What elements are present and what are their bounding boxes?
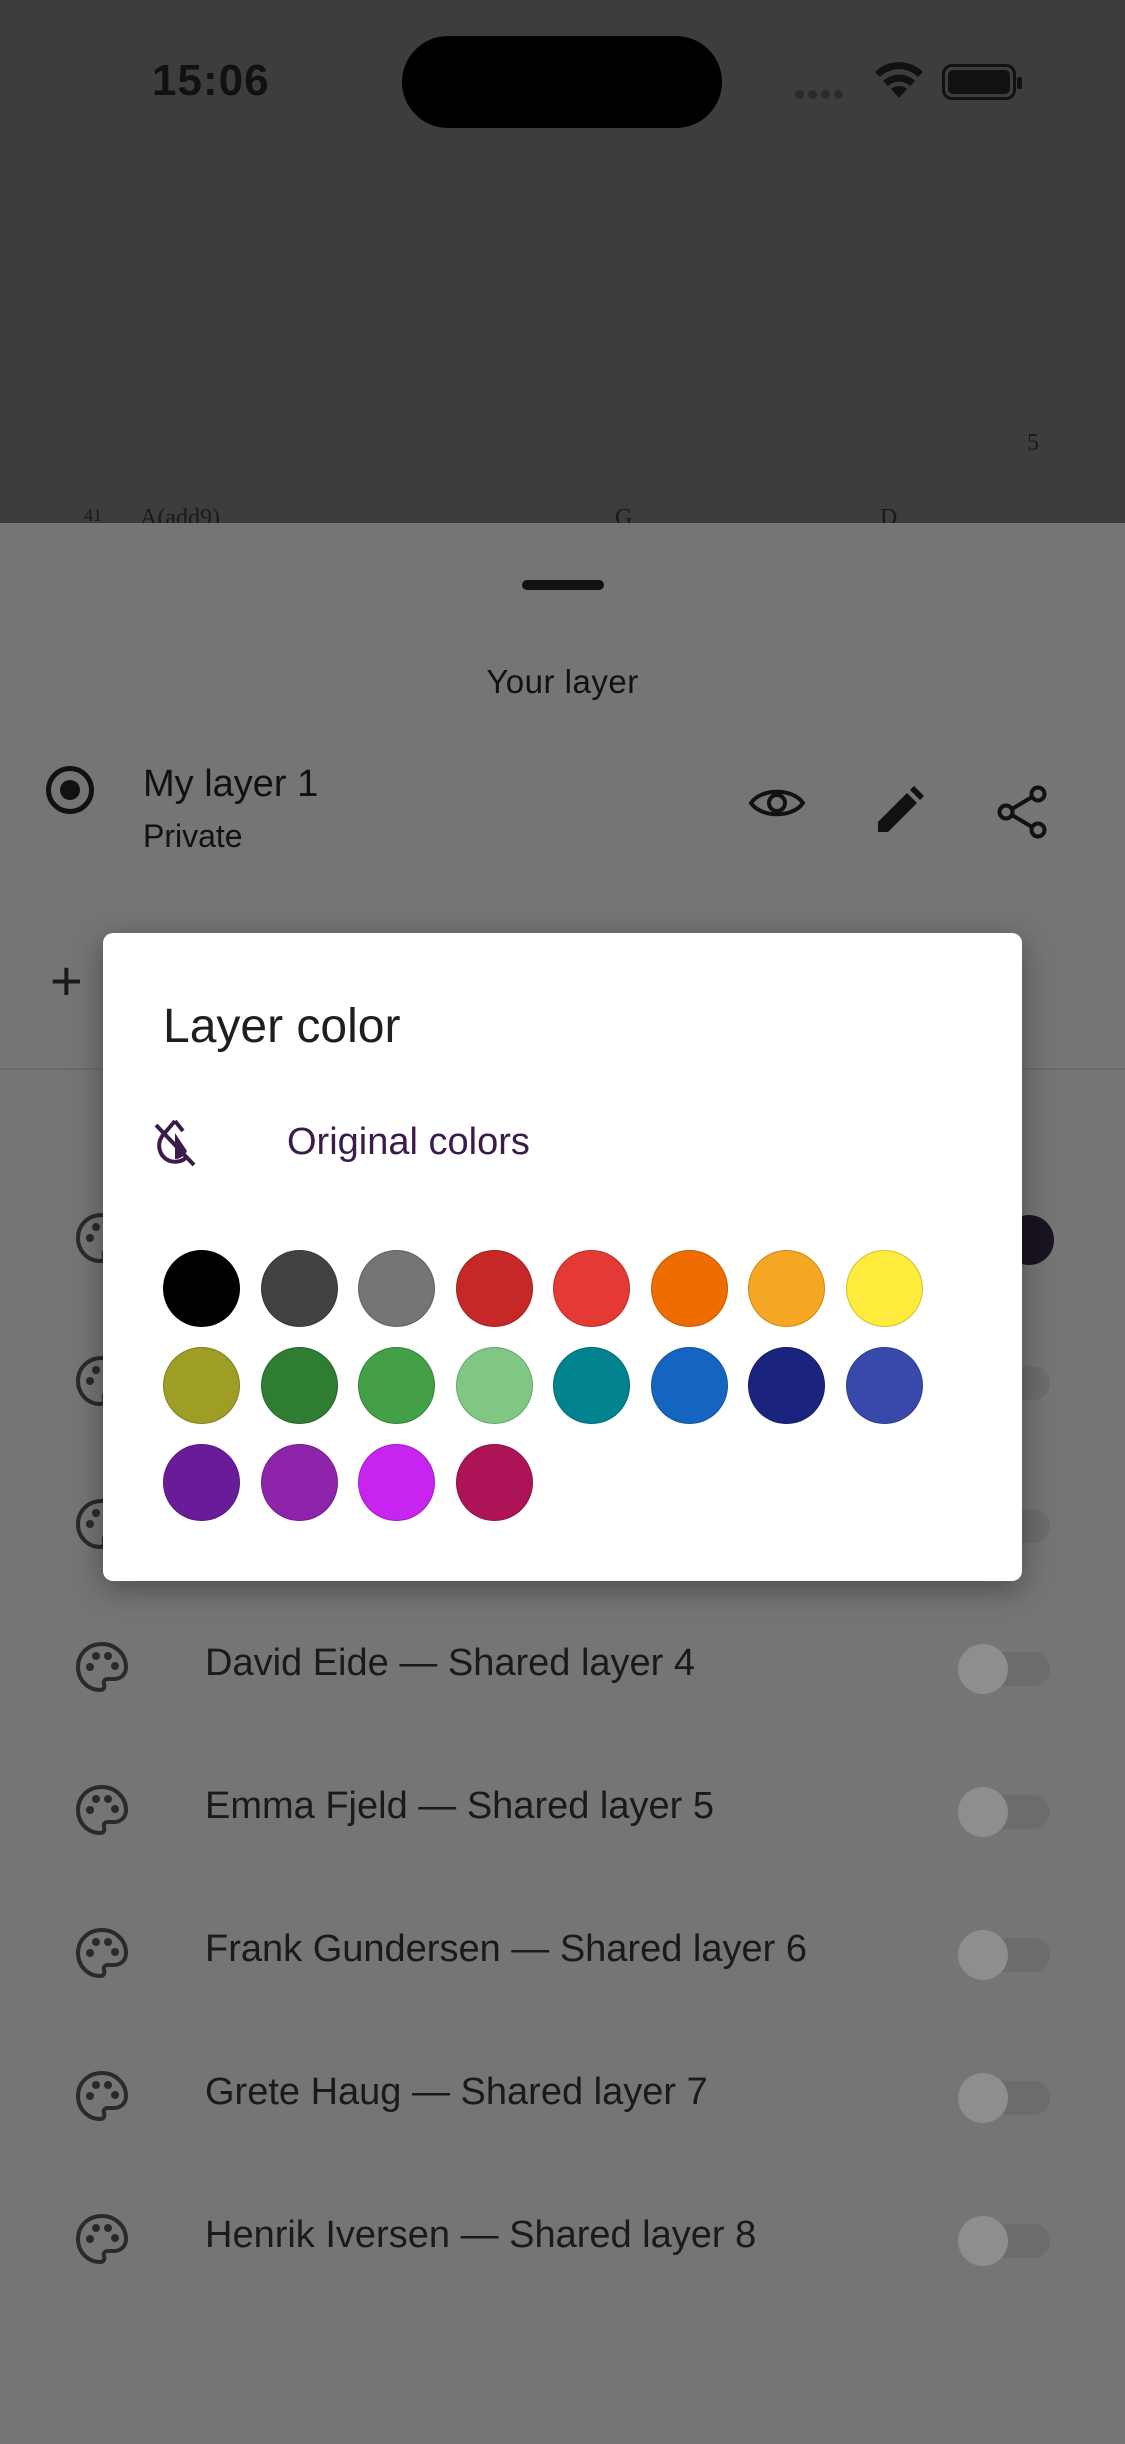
list-item: Frank Gundersen — Shared layer 6 [0, 1878, 1125, 2021]
color-swatch[interactable] [553, 1347, 630, 1424]
share-icon[interactable] [996, 785, 1048, 839]
color-swatch[interactable] [260, 1250, 338, 1327]
measure-number: 41 [84, 505, 102, 523]
color-swatch[interactable] [748, 1347, 825, 1424]
layer-toggle[interactable] [958, 1930, 1050, 1980]
my-layer-name[interactable]: My layer 1 [143, 763, 318, 806]
layer-color-dialog: Layer color Original colors [103, 933, 1022, 1581]
pencil-icon[interactable] [874, 786, 924, 836]
sheet-title: Your layer [486, 663, 639, 700]
my-layer-visibility: Private [143, 818, 243, 854]
layer-toggle[interactable] [958, 1644, 1050, 1694]
palette-icon[interactable] [74, 2069, 130, 2125]
shared-layer-label: Frank Gundersen — Shared layer 6 [205, 1928, 807, 1970]
color-swatch[interactable] [260, 1347, 338, 1424]
shared-layer-label: David Eide — Shared layer 4 [205, 1642, 696, 1684]
shared-layer-label: Henrik Iversen — Shared layer 8 [205, 2214, 757, 2256]
wifi-icon [875, 62, 923, 98]
chord-label: A(add9) [140, 505, 220, 523]
original-colors-label: Original colors [287, 1121, 530, 1163]
color-swatch[interactable] [163, 1250, 240, 1327]
color-swatch[interactable] [358, 1444, 435, 1521]
signal-dots-icon [795, 86, 855, 99]
drag-handle[interactable] [522, 580, 604, 590]
color-swatch[interactable] [358, 1250, 435, 1327]
shared-layer-label: Grete Haug — Shared layer 7 [205, 2071, 708, 2113]
sheet-page-number: 5 [1027, 430, 1039, 456]
sheet-music-background: 15:06 5 41 A(add9) G D [0, 0, 1125, 523]
dynamic-island [402, 36, 722, 128]
color-swatch[interactable] [163, 1444, 240, 1521]
color-swatch[interactable] [650, 1347, 728, 1424]
color-swatch[interactable] [748, 1250, 825, 1327]
color-swatch[interactable] [358, 1347, 435, 1424]
palette-icon[interactable] [74, 1926, 130, 1982]
dialog-title: Layer color [163, 1000, 401, 1053]
color-swatch[interactable] [260, 1444, 338, 1521]
list-item: Emma Fjeld — Shared layer 5 [0, 1735, 1125, 1878]
palette-icon[interactable] [74, 1783, 130, 1839]
color-swatch[interactable] [455, 1347, 533, 1424]
battery-icon [942, 64, 1022, 100]
original-colors-option[interactable]: Original colors [103, 1113, 1022, 1193]
color-swatch[interactable] [163, 1347, 240, 1424]
chord-label: D [880, 505, 898, 523]
status-time: 15:06 [152, 56, 270, 105]
chord-label: G [615, 505, 633, 523]
color-swatch[interactable] [553, 1250, 630, 1327]
color-swatch[interactable] [845, 1347, 923, 1424]
layer-toggle[interactable] [958, 2216, 1050, 2266]
color-swatch[interactable] [455, 1250, 533, 1327]
color-swatch[interactable] [845, 1250, 923, 1327]
layer-radio-selected[interactable] [46, 766, 94, 814]
palette-icon[interactable] [74, 1640, 130, 1696]
list-item: Grete Haug — Shared layer 7 [0, 2021, 1125, 2164]
palette-icon[interactable] [74, 2212, 130, 2268]
invert-colors-off-icon [154, 1119, 196, 1167]
list-item: Henrik Iversen — Shared layer 8 [0, 2164, 1125, 2307]
layer-toggle[interactable] [958, 1787, 1050, 1837]
layer-toggle[interactable] [958, 2073, 1050, 2123]
eye-icon[interactable] [748, 785, 806, 821]
color-swatch[interactable] [455, 1444, 533, 1521]
shared-layer-label: Emma Fjeld — Shared layer 5 [205, 1785, 714, 1827]
color-swatch[interactable] [650, 1250, 728, 1327]
add-layer-button[interactable]: + [50, 953, 83, 1009]
list-item: David Eide — Shared layer 4 [0, 1592, 1125, 1735]
